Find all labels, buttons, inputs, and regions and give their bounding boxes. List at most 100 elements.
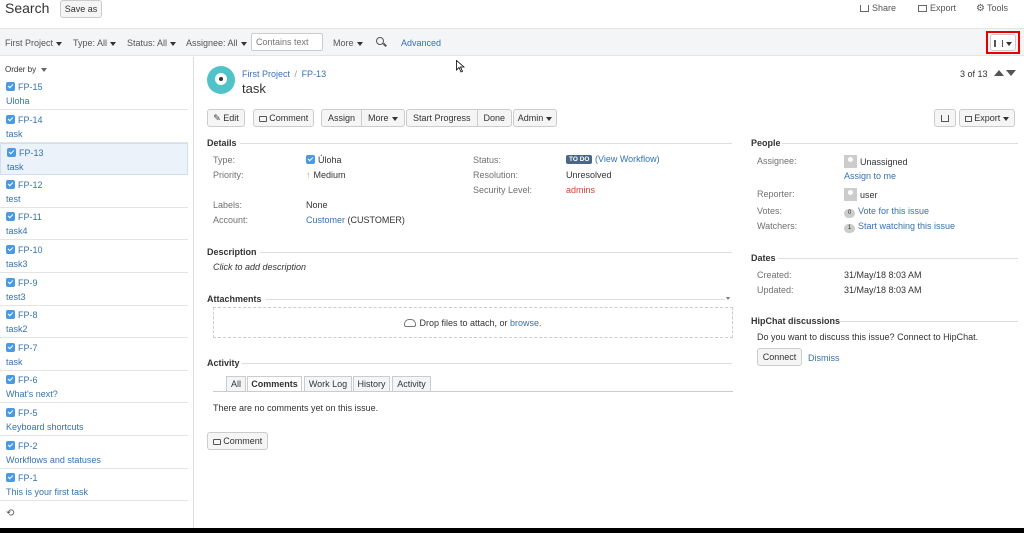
priority-medium-icon: ↑: [306, 170, 311, 180]
list-item[interactable]: FP-10 task3: [0, 241, 188, 273]
filter-assignee[interactable]: Assignee: All: [186, 38, 247, 48]
description-placeholder[interactable]: Click to add description: [213, 262, 306, 272]
browse-link[interactable]: browse.: [510, 318, 542, 328]
issue-key: FP-9: [6, 277, 38, 288]
list-item[interactable]: FP-13 task: [0, 143, 188, 176]
dismiss-link[interactable]: Dismiss: [808, 353, 840, 363]
list-item[interactable]: FP-1 This is your first task: [0, 469, 188, 502]
done-button[interactable]: Done: [476, 109, 513, 127]
attachment-dropzone[interactable]: Drop files to attach, or browse.: [213, 307, 733, 338]
created-value: 31/May/18 8:03 AM: [844, 270, 922, 280]
issue-key-text: FP-7: [18, 342, 38, 353]
drop-text: Drop files to attach, or: [419, 318, 508, 328]
security-label: Security Level:: [473, 185, 533, 195]
comment-button[interactable]: Comment: [253, 109, 314, 127]
list-item[interactable]: FP-8 task2: [0, 306, 188, 339]
connect-button[interactable]: Connect: [757, 348, 802, 366]
reporter-text: user: [860, 190, 878, 200]
task-type-icon: [6, 408, 15, 417]
tab-history[interactable]: History: [353, 376, 390, 392]
account-link[interactable]: Customer: [306, 215, 345, 225]
gear-icon: ⚙: [976, 3, 985, 14]
issue-key: FP-6: [6, 375, 38, 385]
watchers-label: Watchers:: [757, 221, 798, 231]
list-item[interactable]: FP-7 task: [0, 339, 188, 371]
add-comment-button[interactable]: Comment: [207, 432, 268, 450]
reporter-label: Reporter:: [757, 189, 795, 199]
upload-cloud-icon: [404, 319, 417, 327]
list-item[interactable]: FP-15 Uloha: [0, 78, 188, 110]
breadcrumb-project[interactable]: First Project: [242, 69, 290, 79]
list-item[interactable]: FP-5 Keyboard shortcuts: [0, 404, 188, 436]
export-issue-button[interactable]: Export: [959, 109, 1015, 127]
dates-heading: Dates: [751, 253, 776, 263]
tab-comments[interactable]: Comments: [247, 376, 302, 392]
watch-link[interactable]: Start watching this issue: [858, 221, 955, 231]
order-by-button[interactable]: Order by: [5, 65, 48, 74]
people-divider: [782, 143, 1018, 144]
share-button[interactable]: Share: [860, 3, 896, 13]
admin-button[interactable]: Admin: [513, 109, 557, 127]
priority-text: Medium: [313, 170, 346, 180]
next-issue-icon[interactable]: [1006, 70, 1016, 76]
filter-type[interactable]: Type: All: [73, 38, 117, 48]
pager-text: 3 of 13: [960, 69, 988, 79]
export-header-button[interactable]: Export: [918, 3, 956, 13]
task-type-icon: [6, 440, 15, 450]
task-type-icon: [6, 473, 15, 483]
filter-status[interactable]: Status: All: [127, 38, 177, 48]
list-item[interactable]: FP-6 What's next?: [0, 371, 188, 404]
comment-label: Comment: [269, 113, 309, 123]
issue-title[interactable]: task: [242, 81, 266, 96]
chevron-down-icon: [170, 41, 177, 46]
attachments-options-icon[interactable]: [726, 297, 730, 300]
assign-button[interactable]: Assign: [321, 109, 363, 127]
filter-project[interactable]: First Project: [5, 38, 63, 48]
avatar: [844, 155, 857, 168]
vote-link[interactable]: Vote for this issue: [858, 206, 929, 216]
tabs-baseline: [213, 391, 733, 392]
account-code: (CUSTOMER): [347, 215, 405, 225]
task-type-icon: [7, 148, 16, 158]
edit-button[interactable]: ✎ Edit: [207, 109, 245, 127]
issue-key-text: FP-13: [19, 148, 44, 159]
task-type-icon: [6, 212, 15, 222]
refresh-icon[interactable]: ⟲: [6, 508, 14, 519]
list-item[interactable]: FP-12 test: [0, 176, 188, 208]
edit-label: Edit: [223, 113, 239, 123]
tools-button[interactable]: ⚙ Tools: [976, 3, 1008, 14]
chevron-down-icon: [240, 41, 247, 46]
issue-summary: task: [7, 162, 24, 173]
list-item[interactable]: FP-9 test3: [0, 274, 188, 306]
status-value: TO DO (View Workflow): [566, 154, 660, 164]
issue-key-text: FP-8: [18, 310, 38, 321]
previous-issue-icon[interactable]: [994, 70, 1004, 76]
more-button[interactable]: More: [361, 109, 405, 127]
contains-text-input[interactable]: [251, 33, 323, 51]
filter-more[interactable]: More: [333, 38, 363, 48]
save-as-button[interactable]: Save as: [60, 0, 102, 18]
task-type-icon: [6, 277, 15, 287]
list-item[interactable]: FP-2 Workflows and statuses: [0, 437, 188, 469]
breadcrumb-issue-key[interactable]: FP-13: [302, 69, 327, 79]
issue-summary: task: [6, 356, 23, 367]
start-progress-button[interactable]: Start Progress: [406, 109, 478, 127]
labels-value[interactable]: None: [306, 200, 328, 210]
window-bottom-bar: [0, 528, 1024, 533]
more-label: More: [368, 113, 389, 123]
share-issue-button[interactable]: [934, 109, 956, 127]
tab-work-log[interactable]: Work Log: [304, 376, 352, 392]
filter-assignee-label: Assignee: All: [186, 38, 238, 48]
issue-summary: test: [6, 193, 21, 204]
layout-switcher-button[interactable]: [990, 34, 1016, 51]
advanced-link[interactable]: Advanced: [401, 38, 441, 48]
list-item[interactable]: FP-11 task4: [0, 208, 188, 241]
issue-summary: test3: [6, 291, 26, 302]
list-item[interactable]: FP-14 task: [0, 111, 188, 143]
tab-all[interactable]: All: [226, 376, 246, 392]
view-workflow-link[interactable]: (View Workflow): [595, 154, 660, 164]
task-type-icon: [6, 310, 15, 320]
tab-activity[interactable]: Activity: [392, 376, 431, 392]
issue-key-text: FP-11: [18, 212, 42, 223]
assign-to-me-link[interactable]: Assign to me: [844, 171, 896, 181]
